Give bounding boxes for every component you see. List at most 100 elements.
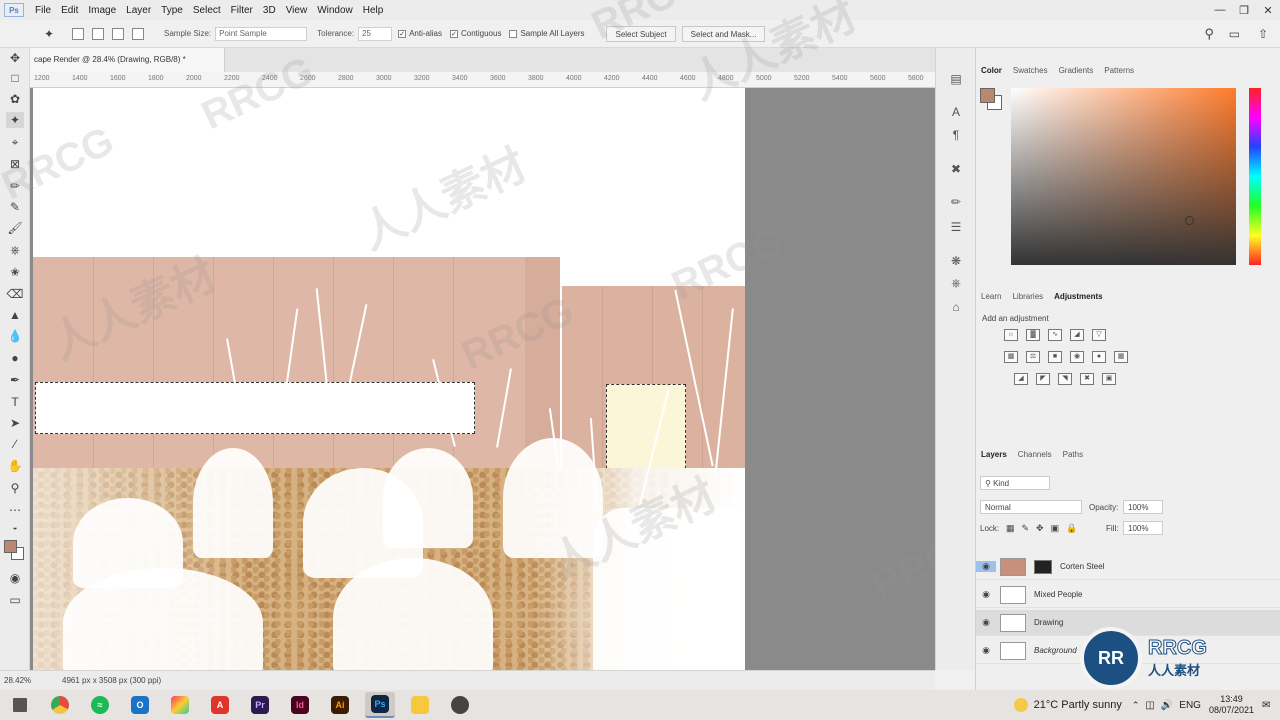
blend-mode-select[interactable]: Normal [980,500,1082,514]
layer-row[interactable]: ◉ Corten Steel [976,554,1280,580]
zoom-level[interactable]: 28.42% [0,676,56,685]
gradient-map-icon[interactable]: ▣ [1102,373,1116,385]
illustrator-icon[interactable]: Ai [325,692,355,718]
anti-alias-checkbox[interactable]: ✓ Anti-alias [398,29,442,38]
network-icon[interactable]: ◫ [1145,700,1154,711]
opacity-input[interactable]: 100% [1123,500,1163,514]
dodge-tool-icon[interactable]: ● [6,350,24,366]
sample-all-layers-checkbox[interactable]: Sample All Layers [509,29,584,38]
brush-settings-icon[interactable]: ✏ [947,193,965,211]
minimize-icon[interactable]: — [1208,0,1232,20]
quick-mask-icon[interactable]: ◉ [6,570,24,586]
eyedropper-tool-icon[interactable]: ✏ [6,178,24,194]
menu-select[interactable]: Select [188,5,226,16]
threshold-icon[interactable]: ◥ [1058,373,1072,385]
screen-mode-icon[interactable]: ▭ [6,592,24,608]
menu-image[interactable]: Image [83,5,121,16]
tab-libraries[interactable]: Libraries [1012,292,1043,301]
obs-icon[interactable] [445,692,475,718]
lasso-tool-icon[interactable]: ✿ [6,91,24,107]
properties-icon[interactable]: ☰ [947,218,965,236]
foreground-color-swatch[interactable] [4,540,17,553]
eye-icon[interactable]: ◉ [976,645,996,656]
notifications-icon[interactable]: ✉ [1262,700,1280,711]
weather-sun-icon[interactable] [1013,698,1028,712]
paragraph-icon[interactable]: ¶ [947,126,965,144]
color-picker-cursor[interactable] [1185,216,1194,225]
hue-slider[interactable] [1249,88,1261,265]
glyphs-icon[interactable]: ⌂ [947,298,965,316]
brush-tool-icon[interactable]: 🖌 [6,220,24,236]
exposure-icon[interactable]: ◢ [1070,329,1084,341]
frame-tool-icon[interactable]: ⊠ [6,156,24,172]
paint-bucket-tool-icon[interactable]: ▲ [6,307,24,323]
layer-row[interactable]: ◉ Mixed People [976,582,1280,608]
actions-icon[interactable]: ❋ [947,252,965,270]
weather-text[interactable]: 21°C Partly sunny [1034,699,1122,711]
document-tab[interactable]: cape Render @ 28.4% (Drawing, RGB/8) * [30,48,225,72]
premiere-icon[interactable]: Pr [245,692,275,718]
zoom-tool-icon[interactable]: ⚲ [6,480,24,496]
menu-edit[interactable]: Edit [56,5,83,16]
menu-filter[interactable]: Filter [226,5,258,16]
tab-patterns[interactable]: Patterns [1104,66,1134,75]
magic-wand-tool-icon[interactable]: ✦ [6,112,24,128]
tray-chevron-icon[interactable]: ⌃ [1132,700,1140,711]
workspace-icon[interactable]: ▭ [1229,27,1240,41]
color-picker-field[interactable] [1011,88,1236,265]
search-icon[interactable]: ⚲ [1204,26,1214,42]
tab-color[interactable]: Color [981,66,1002,75]
color-lookup-icon[interactable]: ▦ [1114,351,1128,363]
menu-window[interactable]: Window [312,5,358,16]
document-canvas[interactable] [33,88,745,670]
select-and-mask-button[interactable]: Select and Mask... [681,25,766,42]
photo-filter-icon[interactable]: ◉ [1070,351,1084,363]
type-tool-icon[interactable]: T [6,394,24,410]
language-indicator[interactable]: ENG [1179,700,1201,711]
hue-saturation-icon[interactable]: ▩ [1004,351,1018,363]
tab-swatches[interactable]: Swatches [1013,66,1048,75]
tab-paths[interactable]: Paths [1063,450,1083,459]
color-balance-icon[interactable]: ⚖ [1026,351,1040,363]
selective-color-icon[interactable]: ✖ [1080,373,1094,385]
move-tool-icon[interactable]: ✥ [6,50,24,66]
spotify-icon[interactable]: ≈ [85,692,115,718]
acrobat-icon[interactable]: A [205,692,235,718]
crop-tool-icon[interactable]: ⌖ [6,134,24,150]
line-tool-icon[interactable]: ∕ [6,436,24,452]
brightness-icon[interactable]: ☼ [1004,329,1018,341]
intersect-selection-icon[interactable] [132,27,144,40]
clone-stamp-tool-icon[interactable]: ⎈ [6,242,24,258]
subtract-selection-icon[interactable] [112,27,124,40]
hand-tool-icon[interactable]: ✋ [6,458,24,474]
history-icon[interactable]: ▤ [947,70,965,88]
posterize-icon[interactable]: ◤ [1036,373,1050,385]
lock-icons[interactable]: ▦✎✥▣🔒 [1006,523,1084,534]
new-selection-icon[interactable] [72,27,84,40]
history-brush-tool-icon[interactable]: ✬ [6,264,24,280]
menu-type[interactable]: Type [156,5,188,16]
indesign-icon[interactable]: Id [285,692,315,718]
eraser-tool-icon[interactable]: ⌫ [6,286,24,302]
menu-layer[interactable]: Layer [121,5,156,16]
tab-gradients[interactable]: Gradients [1059,66,1094,75]
start-icon[interactable] [5,692,35,718]
path-selection-tool-icon[interactable]: ➤ [6,415,24,431]
clock[interactable]: 13:49 08/07/2021 [1209,694,1254,716]
photoshop-taskbar-icon[interactable]: Ps [365,692,395,718]
eye-icon[interactable]: ◉ [976,561,996,572]
marquee-tool-icon[interactable]: □ [6,70,24,86]
curves-icon[interactable]: ∿ [1048,329,1062,341]
color-panel-foreground-swatch[interactable] [980,88,995,103]
pen-tool-icon[interactable]: ✒ [6,372,24,388]
photos-icon[interactable] [165,692,195,718]
file-explorer-icon[interactable] [405,692,435,718]
outlook-icon[interactable]: O [125,692,155,718]
menu-view[interactable]: View [281,5,313,16]
fill-input[interactable]: 100% [1123,521,1163,535]
tab-adjustments[interactable]: Adjustments [1054,292,1102,301]
tab-channels[interactable]: Channels [1018,450,1052,459]
tab-learn[interactable]: Learn [981,292,1001,301]
contiguous-checkbox[interactable]: ✓ Contiguous [449,29,501,38]
add-selection-icon[interactable] [92,27,104,40]
